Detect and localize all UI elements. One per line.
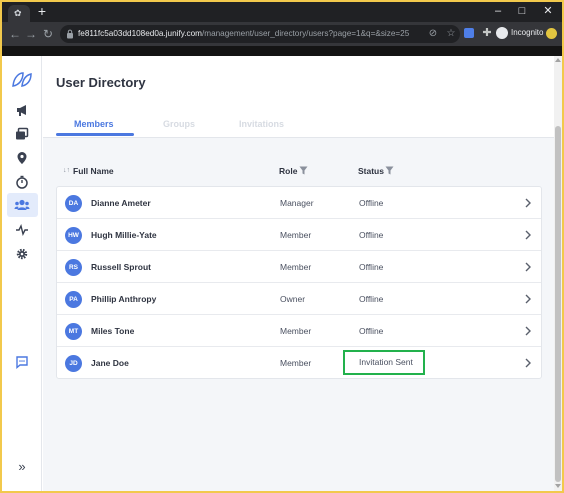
tab-strip: ✿ + – □ ✕ <box>2 2 562 22</box>
forward-icon[interactable]: → <box>24 26 38 42</box>
status-filter-icon[interactable] <box>385 166 394 175</box>
puzzle-icon[interactable]: ✚ <box>480 25 494 41</box>
gear-icon[interactable] <box>11 243 33 265</box>
main-content: User Directory Members Groups Invitation… <box>43 56 554 491</box>
member-name: Russell Sprout <box>91 262 151 272</box>
browser-tab[interactable]: ✿ <box>8 5 30 22</box>
avatar: JD <box>65 355 82 372</box>
activity-icon[interactable] <box>11 219 33 241</box>
browser-window: ✿ + – □ ✕ ← → ↻ fe811fc5a03dd108ed0a.jun… <box>2 2 562 491</box>
sort-icon[interactable]: ↓↑ <box>63 163 70 179</box>
address-bar[interactable]: fe811fc5a03dd108ed0a.junify.com/manageme… <box>60 25 460 43</box>
reload-icon[interactable]: ↻ <box>41 26 55 42</box>
member-status: Offline <box>359 326 384 336</box>
browser-toolbar: ← → ↻ fe811fc5a03dd108ed0a.junify.com/ma… <box>2 22 562 46</box>
page-header: User Directory Members Groups Invitation… <box>43 56 554 138</box>
table-row[interactable]: MT Miles Tone Member Offline <box>57 315 541 347</box>
sidebar: » <box>2 56 42 491</box>
tab-groups[interactable]: Groups <box>163 118 195 130</box>
members-table: DA Dianne Ameter Manager Offline HW Hugh… <box>56 186 542 379</box>
member-role: Manager <box>280 198 314 208</box>
column-header-name[interactable]: Full Name <box>73 163 114 179</box>
avatar: DA <box>65 195 82 212</box>
star-icon[interactable]: ☆ <box>444 27 458 41</box>
chevron-right-icon[interactable] <box>524 357 532 369</box>
member-role: Member <box>280 262 312 272</box>
profile-avatar[interactable] <box>546 28 557 39</box>
avatar: MT <box>65 323 82 340</box>
scroll-thumb[interactable] <box>555 126 561 482</box>
chevron-right-icon[interactable] <box>524 293 532 305</box>
leaf-logo-icon[interactable] <box>11 68 33 90</box>
tab-invitations[interactable]: Invitations <box>239 118 284 130</box>
chevron-right-icon[interactable] <box>524 325 532 337</box>
table-row[interactable]: RS Russell Sprout Member Offline <box>57 251 541 283</box>
incognito-icon <box>496 27 508 39</box>
member-name: Dianne Ameter <box>91 198 151 208</box>
member-role: Member <box>280 358 312 368</box>
users-icon[interactable] <box>11 194 33 216</box>
avatar: RS <box>65 259 82 276</box>
vertical-scrollbar[interactable] <box>554 56 562 491</box>
maximize-icon[interactable]: □ <box>514 4 530 18</box>
member-status-highlighted: Invitation Sent <box>343 350 425 375</box>
url-text: fe811fc5a03dd108ed0a.junify.com/manageme… <box>78 29 410 38</box>
new-tab-button[interactable]: + <box>35 4 49 18</box>
chevron-right-icon[interactable] <box>524 229 532 241</box>
megaphone-icon[interactable] <box>11 99 33 121</box>
incognito-label: Incognito <box>511 28 544 37</box>
member-role: Owner <box>280 294 306 304</box>
page-title: User Directory <box>56 75 146 90</box>
member-name: Jane Doe <box>91 358 129 368</box>
member-name: Phillip Anthropy <box>91 294 157 304</box>
avatar: PA <box>65 291 82 308</box>
column-header-role[interactable]: Role <box>279 163 297 179</box>
member-name: Hugh Millie-Yate <box>91 230 157 240</box>
tab-favicon-icon: ✿ <box>14 8 22 18</box>
member-role: Member <box>280 230 312 240</box>
active-tab-underline <box>56 133 134 136</box>
expand-icon[interactable]: » <box>11 455 33 477</box>
back-icon[interactable]: ← <box>8 26 22 42</box>
location-pin-icon[interactable] <box>11 147 33 169</box>
extension-icon[interactable] <box>464 28 474 38</box>
stopwatch-icon[interactable] <box>11 171 33 193</box>
scroll-down-arrow-icon[interactable] <box>555 484 561 488</box>
minimize-icon[interactable]: – <box>490 4 506 18</box>
member-name: Miles Tone <box>91 326 135 336</box>
lock-icon <box>67 29 73 39</box>
avatar: HW <box>65 227 82 244</box>
member-status: Offline <box>359 262 384 272</box>
member-role: Member <box>280 326 312 336</box>
table-row[interactable]: PA Phillip Anthropy Owner Offline <box>57 283 541 315</box>
table-row[interactable]: HW Hugh Millie-Yate Member Offline <box>57 219 541 251</box>
app-topbar <box>2 46 562 56</box>
table-row[interactable]: JD Jane Doe Member Invitation Sent <box>57 347 541 379</box>
close-window-icon[interactable]: ✕ <box>540 4 556 18</box>
scroll-up-arrow-icon[interactable] <box>555 58 561 62</box>
member-status: Offline <box>359 294 384 304</box>
chevron-right-icon[interactable] <box>524 197 532 209</box>
member-status: Offline <box>359 230 384 240</box>
column-header-status[interactable]: Status <box>358 163 384 179</box>
table-row[interactable]: DA Dianne Ameter Manager Offline <box>57 187 541 219</box>
tab-members[interactable]: Members <box>74 118 114 130</box>
cards-icon[interactable] <box>11 123 33 145</box>
member-status: Offline <box>359 198 384 208</box>
role-filter-icon[interactable] <box>299 166 308 175</box>
table-header: ↓↑ Full Name Role Status <box>56 163 541 179</box>
chevron-right-icon[interactable] <box>524 261 532 273</box>
eye-off-icon[interactable]: ⊘ <box>426 27 440 41</box>
chat-icon[interactable] <box>11 351 33 373</box>
